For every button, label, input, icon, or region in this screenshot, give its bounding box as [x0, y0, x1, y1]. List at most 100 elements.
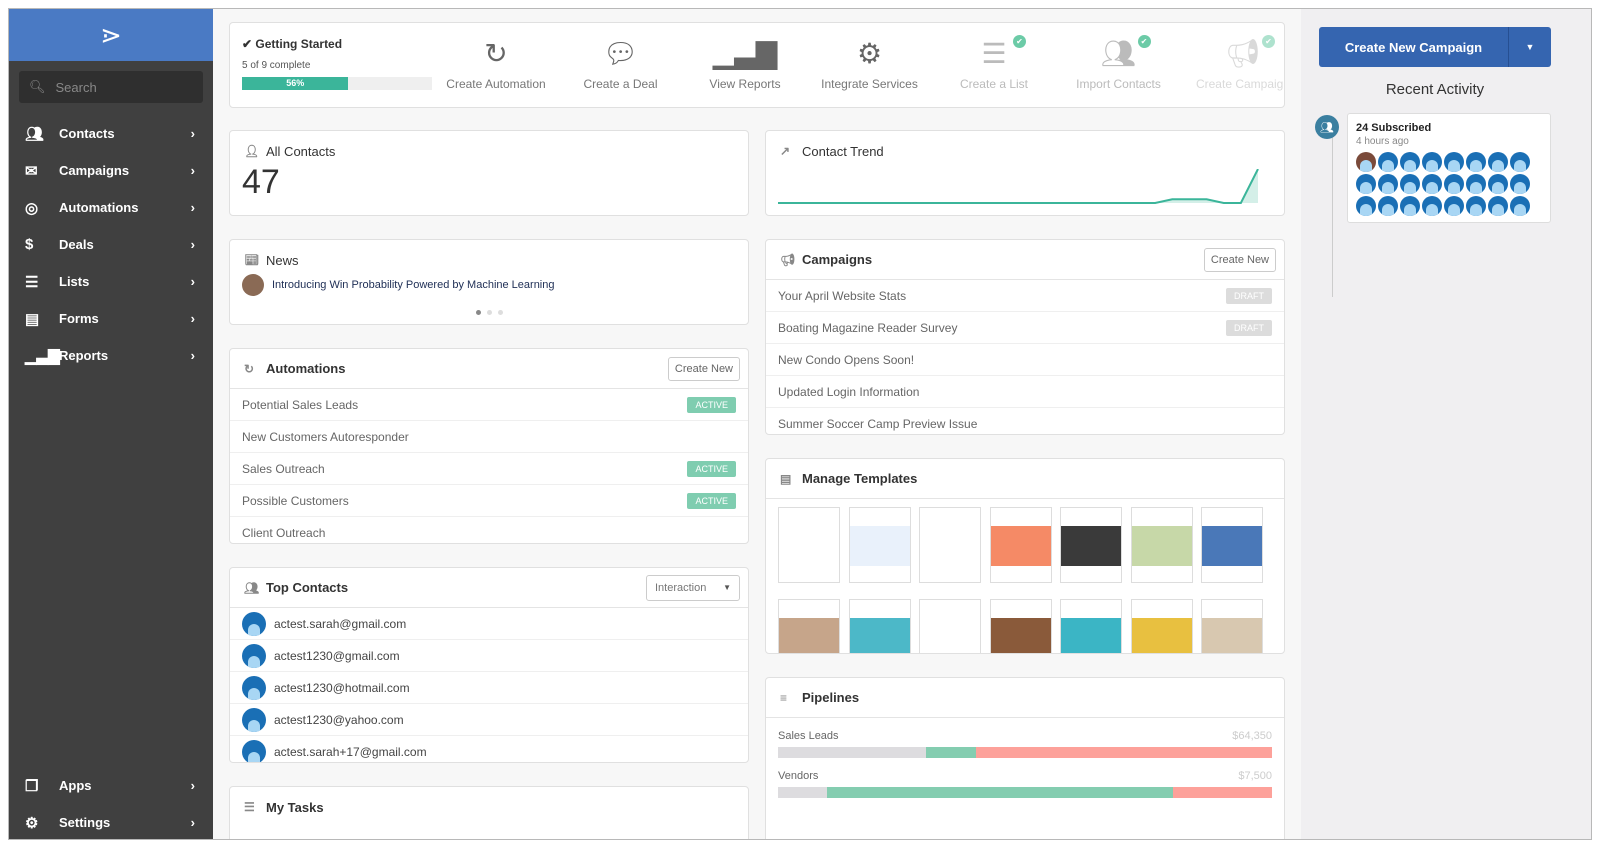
getting-started-create-a-deal[interactable]: 💬︎ Create a Deal	[561, 37, 681, 91]
all-contacts-card[interactable]: 👤︎ All Contacts 47	[229, 130, 749, 216]
pipeline-segment	[975, 747, 1272, 758]
sort-select[interactable]: Interaction ▼	[646, 574, 740, 601]
create-new-campaign-button[interactable]: Create New Campaign	[1319, 27, 1509, 67]
getting-started-view-reports[interactable]: ▁▃▇ View Reports	[685, 37, 805, 91]
create-automation-button[interactable]: Create New	[667, 356, 740, 381]
campaign-dropdown-toggle[interactable]: ▼	[1509, 27, 1551, 67]
sidebar-item-campaigns[interactable]: ✉ Campaigns ›	[9, 152, 213, 189]
automation-row[interactable]: Client Outreach	[230, 517, 748, 543]
pipeline-row[interactable]: Vendors $7,500	[766, 758, 1284, 787]
search-input[interactable]: 🔍︎ Search	[19, 71, 203, 103]
sidebar-item-settings[interactable]: ⚙ Settings ›	[9, 804, 213, 839]
getting-started-label: Create a Deal	[583, 77, 658, 91]
sidebar-item-apps[interactable]: ❐ Apps ›	[9, 767, 213, 804]
top-contacts-card: 👥︎ Top Contacts Interaction ▼ actest.sarah…	[229, 567, 749, 763]
subscriber-avatar[interactable]	[1444, 152, 1464, 172]
chevron-right-icon: ›	[190, 348, 195, 363]
campaign-row[interactable]: Your April Website Stats DRAFT	[766, 280, 1284, 312]
getting-started-import-contacts[interactable]: 👥︎ Import Contacts ✔	[1059, 35, 1179, 91]
logo[interactable]: ⋗	[9, 9, 213, 61]
subscriber-avatar[interactable]	[1444, 196, 1464, 216]
template-thumbnail[interactable]	[778, 507, 840, 583]
subscriber-avatar[interactable]	[1356, 196, 1376, 216]
subscriber-avatar[interactable]	[1400, 152, 1420, 172]
subscriber-avatar[interactable]	[1510, 196, 1530, 216]
subscriber-avatar[interactable]	[1466, 196, 1486, 216]
automation-row[interactable]: Potential Sales Leads ACTIVE	[230, 389, 748, 421]
template-thumbnail[interactable]	[1060, 507, 1122, 583]
getting-started-card: ✔ Getting Started 5 of 9 complete 56% ↻ C…	[229, 22, 1285, 108]
sidebar-item-label: Campaigns	[59, 163, 130, 178]
sidebar-item-reports[interactable]: ▁▃▇ Reports ›	[9, 337, 213, 374]
subscriber-avatar[interactable]	[1466, 152, 1486, 172]
gear-icon: ⚙	[856, 38, 883, 69]
subscriber-avatar[interactable]	[1510, 174, 1530, 194]
subscriber-avatar[interactable]	[1378, 174, 1398, 194]
subscriber-avatar[interactable]	[1400, 174, 1420, 194]
sidebar-item-label: Forms	[59, 311, 99, 326]
sidebar-item-contacts[interactable]: 👥︎ Contacts ›	[9, 115, 213, 152]
template-thumbnail[interactable]	[989, 599, 1052, 653]
template-thumbnail[interactable]	[778, 599, 840, 653]
template-thumbnail[interactable]	[989, 507, 1052, 583]
subscriber-avatar[interactable]	[1444, 174, 1464, 194]
automation-row[interactable]: Possible Customers ACTIVE	[230, 485, 748, 517]
subscriber-avatar[interactable]	[1356, 152, 1376, 172]
sidebar-item-lists[interactable]: ☰ Lists ›	[9, 263, 213, 300]
news-dot-3[interactable]	[497, 310, 503, 315]
getting-started-create-a-list[interactable]: ☰ Create a List ✔	[934, 35, 1054, 91]
template-thumbnail[interactable]	[919, 507, 981, 583]
template-thumbnail[interactable]	[848, 507, 911, 583]
contact-row[interactable]: actest.sarah@gmail.com	[230, 608, 748, 640]
contact-row[interactable]: actest1230@hotmail.com	[230, 672, 748, 704]
news-dot-2[interactable]	[486, 310, 492, 315]
campaign-row[interactable]: Boating Magazine Reader Survey DRAFT	[766, 312, 1284, 344]
automations-header: ↻ Automations Create New	[230, 349, 748, 389]
contact-row[interactable]: actest1230@yahoo.com	[230, 704, 748, 736]
pipeline-row[interactable]: Sales Leads $64,350	[766, 718, 1284, 747]
template-thumbnail[interactable]	[1060, 599, 1122, 653]
subscriber-avatar[interactable]	[1422, 196, 1442, 216]
pipeline-segment	[778, 747, 927, 758]
campaign-row-name: Summer Soccer Camp Preview Issue	[778, 416, 978, 431]
subscriber-avatar[interactable]	[1356, 174, 1376, 194]
campaign-row[interactable]: Summer Soccer Camp Preview Issue	[766, 408, 1284, 434]
template-thumbnail[interactable]	[1130, 507, 1193, 583]
subscriber-avatar[interactable]	[1400, 196, 1420, 216]
subscriber-avatar[interactable]	[1422, 174, 1442, 194]
automation-row[interactable]: Sales Outreach ACTIVE	[230, 453, 748, 485]
getting-started-create-campaign[interactable]: 📢︎ Create Campaign ✔	[1183, 35, 1284, 91]
bar-chart-icon: ▁▃▇	[25, 347, 60, 365]
templates-header: ▤ Manage Templates	[766, 459, 1284, 499]
template-thumbnail[interactable]	[919, 599, 981, 653]
create-campaign-button[interactable]: Create New	[1203, 247, 1276, 272]
contact-email: actest1230@gmail.com	[274, 648, 400, 663]
contact-trend-card[interactable]: ↗ Contact Trend	[765, 130, 1285, 216]
sidebar-item-deals[interactable]: $ Deals ›	[9, 226, 213, 263]
subscriber-avatar[interactable]	[1488, 174, 1508, 194]
activity-item[interactable]: 24 Subscribed 4 hours ago	[1347, 113, 1551, 223]
contact-row[interactable]: actest.sarah+17@gmail.com	[230, 736, 748, 762]
news-dot-1[interactable]	[475, 310, 481, 315]
contact-row[interactable]: actest1230@gmail.com	[230, 640, 748, 672]
subscriber-avatar[interactable]	[1488, 152, 1508, 172]
sidebar-item-forms[interactable]: ▤ Forms ›	[9, 300, 213, 337]
sidebar-item-automations[interactable]: ◎ Automations ›	[9, 189, 213, 226]
template-thumbnail[interactable]	[1201, 599, 1263, 653]
subscriber-avatar[interactable]	[1422, 152, 1442, 172]
campaign-row[interactable]: Updated Login Information	[766, 376, 1284, 408]
template-thumbnail[interactable]	[848, 599, 911, 653]
getting-started-create-automation[interactable]: ↻ Create Automation	[436, 37, 556, 91]
subscriber-avatar[interactable]	[1466, 174, 1486, 194]
news-headline-link[interactable]: Introducing Win Probability Powered by M…	[272, 279, 555, 291]
subscriber-avatar[interactable]	[1510, 152, 1530, 172]
top-contacts-title: Top Contacts	[266, 580, 349, 595]
subscriber-avatar[interactable]	[1488, 196, 1508, 216]
subscriber-avatar[interactable]	[1378, 196, 1398, 216]
campaign-row[interactable]: New Condo Opens Soon!	[766, 344, 1284, 376]
getting-started-integrate-services[interactable]: ⚙ Integrate Services	[810, 37, 930, 91]
subscriber-avatar[interactable]	[1378, 152, 1398, 172]
template-thumbnail[interactable]	[1201, 507, 1263, 583]
automation-row[interactable]: New Customers Autoresponder	[230, 421, 748, 453]
template-thumbnail[interactable]	[1130, 599, 1193, 653]
